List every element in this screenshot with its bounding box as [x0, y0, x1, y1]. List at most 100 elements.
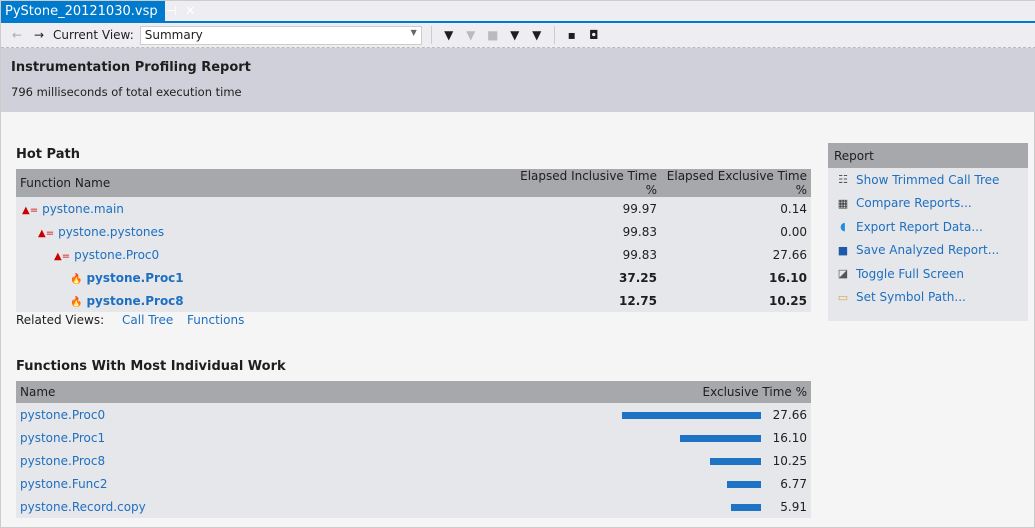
call-tree-link[interactable]: Call Tree	[122, 313, 173, 327]
exclusive-time-bar	[709, 457, 761, 465]
report-action-3[interactable]: ■ Save Analyzed Report...	[828, 239, 1028, 263]
table-row[interactable]: pystone.Proc8 10.25	[16, 449, 811, 472]
functions-link[interactable]: Functions	[187, 313, 244, 327]
function-cell: 🔥 pystone.Proc8	[16, 289, 511, 312]
exclusive-time: 27.66	[772, 247, 807, 262]
column-header[interactable]: Elapsed Exclusive Time %	[661, 169, 811, 197]
function-link[interactable]: pystone.Proc8	[20, 454, 105, 468]
function-cell: pystone.Func2	[16, 472, 601, 495]
folder-icon: ▭	[837, 290, 849, 304]
function-cell: pystone.Proc1	[16, 426, 601, 449]
forward-arrow-icon[interactable]: →	[31, 28, 47, 42]
close-icon[interactable]: ✕	[185, 4, 196, 19]
inclusive-time: 99.83	[622, 224, 657, 239]
table-row[interactable]: ▲= pystone.main 99.97 0.14	[16, 197, 811, 220]
function-link[interactable]: pystone.Proc0	[20, 408, 105, 422]
execution-time: 796 milliseconds of total execution time	[11, 85, 242, 99]
current-view-select[interactable]: Summary ▼	[139, 25, 422, 45]
filter-icon[interactable]: ▼	[441, 28, 457, 42]
report-action-label[interactable]: Set Symbol Path...	[856, 290, 966, 304]
report-action-label[interactable]: Export Report Data...	[856, 220, 983, 234]
column-header[interactable]: Function Name	[16, 169, 511, 197]
divider	[430, 26, 432, 44]
function-cell: ▲= pystone.main	[16, 197, 511, 220]
pin-icon[interactable]: ⊣	[166, 4, 177, 19]
report-action-label[interactable]: Save Analyzed Report...	[856, 243, 999, 257]
report-action-1[interactable]: ▦ Compare Reports...	[828, 192, 1028, 216]
report-action-label[interactable]: Compare Reports...	[856, 196, 972, 210]
save-icon[interactable]: ▪	[564, 28, 580, 42]
report-action-5[interactable]: ▭ Set Symbol Path...	[828, 286, 1028, 310]
exclusive-time: 0.00	[780, 224, 807, 239]
table-row[interactable]: pystone.Func2 6.77	[16, 472, 811, 495]
bar-cell	[601, 426, 761, 449]
table-row[interactable]: pystone.Proc0 27.66	[16, 403, 811, 426]
function-link[interactable]: pystone.Proc8	[86, 294, 183, 308]
exclusive-time: 0.14	[780, 201, 807, 216]
report-action-2[interactable]: ◖ Export Report Data...	[828, 215, 1028, 239]
export-filter-icon[interactable]: ▼	[529, 28, 545, 42]
exclusive-time: 16.10	[772, 430, 807, 445]
inclusive-time: 99.97	[622, 201, 657, 216]
function-link[interactable]: pystone.Proc1	[86, 271, 183, 285]
related-views: Related Views: Call Tree Functions	[16, 313, 254, 327]
tab-title: PyStone_20121030.vsp	[5, 3, 158, 19]
exclusive-time-bar	[680, 434, 761, 442]
function-cell: ▲= pystone.Proc0	[16, 243, 511, 266]
chevron-down-icon: ▼	[410, 27, 417, 37]
exclusive-time: 27.66	[772, 407, 807, 422]
exclusive-time-bar	[731, 503, 761, 511]
function-cell: pystone.Record.copy	[16, 495, 601, 518]
hot-flame-icon: 🔥	[70, 296, 83, 308]
table-row[interactable]: 🔥 pystone.Proc8 12.75 10.25	[16, 289, 811, 312]
function-link[interactable]: pystone.Func2	[20, 477, 108, 491]
function-link[interactable]: pystone.Proc1	[20, 431, 105, 445]
function-link[interactable]: pystone.main	[42, 202, 124, 216]
hot-path-icon: ▲=	[38, 227, 55, 239]
bar-cell	[601, 403, 761, 426]
exclusive-time-bar	[622, 411, 761, 419]
function-cell: 🔥 pystone.Proc1	[16, 266, 511, 289]
inclusive-time: 37.25	[619, 270, 657, 285]
column-header[interactable]: Elapsed Inclusive Time %	[511, 169, 661, 197]
function-link[interactable]: pystone.Record.copy	[20, 500, 146, 514]
export-data-icon[interactable]: ◘	[586, 28, 602, 42]
compare-reports-icon: ▦	[837, 196, 849, 210]
report-panel: Report ☷ Show Trimmed Call Tree ▦ Compare R…	[828, 143, 1028, 321]
table-row[interactable]: pystone.Record.copy 5.91	[16, 495, 811, 518]
back-arrow-icon[interactable]: ←	[9, 28, 25, 42]
hot-path-title: Hot Path	[16, 147, 80, 162]
clear-filter-icon: ▼	[466, 28, 476, 42]
current-view-label: Current View:	[53, 28, 134, 42]
column-header[interactable]: Name	[16, 381, 601, 403]
inclusive-time: 12.75	[619, 293, 657, 308]
report-action-4[interactable]: ◪ Toggle Full Screen	[828, 262, 1028, 286]
function-cell: pystone.Proc8	[16, 449, 601, 472]
report-action-label[interactable]: Show Trimmed Call Tree	[856, 173, 999, 187]
table-row[interactable]: ▲= pystone.pystones 99.83 0.00	[16, 220, 811, 243]
hot-flame-icon: 🔥	[70, 273, 83, 285]
report-title: Instrumentation Profiling Report	[11, 60, 251, 75]
report-action-0[interactable]: ☷ Show Trimmed Call Tree	[828, 168, 1028, 192]
exclusive-time-bar	[726, 480, 761, 488]
hot-path-icon: ▲=	[22, 204, 39, 216]
export-data-icon: ◖	[840, 220, 846, 234]
document-tab-bar: PyStone_20121030.vsp ⊣ ✕	[1, 1, 1035, 23]
column-header[interactable]: Exclusive Time %	[601, 381, 811, 403]
exclusive-time: 6.77	[780, 476, 807, 491]
table-row[interactable]: ▲= pystone.Proc0 99.83 27.66	[16, 243, 811, 266]
report-header: Instrumentation Profiling Report 796 mil…	[1, 48, 1035, 112]
inclusive-time: 99.83	[622, 247, 657, 262]
exclusive-time: 10.25	[769, 293, 807, 308]
stop-icon: ■	[487, 28, 499, 42]
table-row[interactable]: pystone.Proc1 16.10	[16, 426, 811, 449]
save-icon: ■	[837, 243, 849, 257]
report-action-label[interactable]: Toggle Full Screen	[856, 267, 964, 281]
function-link[interactable]: pystone.Proc0	[74, 248, 159, 262]
document-tab[interactable]: PyStone_20121030.vsp ⊣ ✕	[1, 1, 196, 21]
bar-cell	[601, 495, 761, 518]
table-row[interactable]: 🔥 pystone.Proc1 37.25 16.10	[16, 266, 811, 289]
import-filter-icon[interactable]: ▼	[507, 28, 523, 42]
function-link[interactable]: pystone.pystones	[58, 225, 164, 239]
individual-work-title: Functions With Most Individual Work	[16, 359, 286, 374]
